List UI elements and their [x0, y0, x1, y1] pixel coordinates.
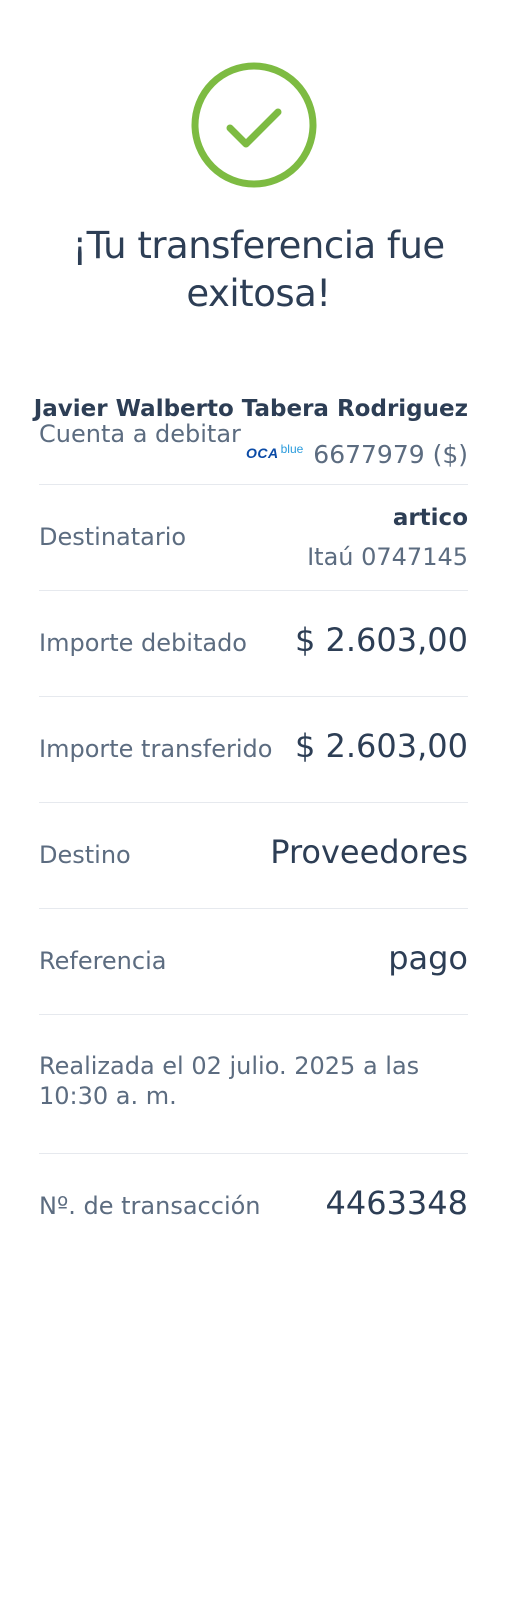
blue-brand-text: blue [280, 442, 304, 456]
reference-value: pago [388, 939, 468, 977]
transaction-number-label: Nº. de transacción [39, 1192, 261, 1220]
transfer-date: Realizada el 02 julio. 2025 a las 10:30 … [39, 1052, 420, 1110]
debit-account-value: OCA blue 6677979 ($) [246, 440, 468, 469]
transaction-number-value: 4463348 [325, 1184, 468, 1222]
reference-row: Referencia pago [39, 909, 468, 1015]
account-holder-name: Javier Walberto Tabera Rodriguez [33, 396, 468, 422]
check-circle-icon [191, 62, 317, 188]
transferred-amount-row: Importe transferido $ 2.603,00 [39, 697, 468, 803]
recipient-account: Itaú 0747145 [307, 543, 468, 571]
oca-brand-text: OCA [245, 445, 279, 461]
success-title: ¡Tu transferencia fue exitosa! [72, 224, 445, 315]
debited-amount-label: Importe debitado [39, 629, 247, 657]
date-row: Realizada el 02 julio. 2025 a las 10:30 … [39, 1015, 468, 1154]
debited-amount-value: $ 2.603,00 [294, 621, 468, 659]
oca-blue-logo: OCA blue [245, 442, 304, 461]
debit-account-row: Javier Walberto Tabera Rodriguez Cuenta … [34, 380, 468, 485]
destination-label: Destino [39, 841, 131, 869]
debited-amount-row: Importe debitado $ 2.603,00 [39, 591, 468, 697]
transfer-details: Javier Walberto Tabera Rodriguez Cuenta … [34, 380, 468, 1259]
account-number: 6677979 ($) [313, 440, 468, 469]
transaction-number-row: Nº. de transacción 4463348 [39, 1154, 468, 1259]
transferred-amount-label: Importe transferido [39, 735, 273, 763]
destination-row: Destino Proveedores [39, 803, 468, 909]
recipient-name: artico [392, 505, 468, 531]
reference-label: Referencia [39, 947, 167, 975]
transferred-amount-value: $ 2.603,00 [294, 727, 468, 765]
recipient-label: Destinatario [39, 523, 187, 551]
destination-value: Proveedores [270, 833, 468, 871]
debit-account-label: Cuenta a debitar [39, 420, 241, 448]
recipient-row: Destinatario artico Itaú 0747145 [39, 485, 468, 591]
